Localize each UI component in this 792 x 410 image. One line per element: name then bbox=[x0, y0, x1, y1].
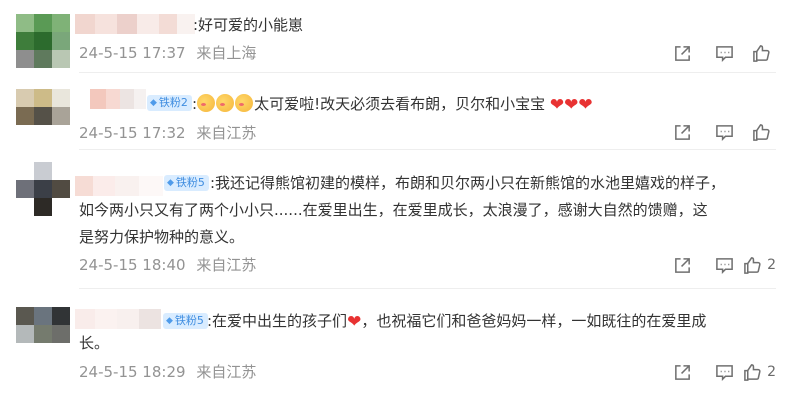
blush-emoji bbox=[197, 94, 216, 112]
share-button[interactable] bbox=[650, 120, 692, 144]
badge-label: 铁粉5 bbox=[175, 176, 205, 189]
comment-icon bbox=[716, 124, 733, 141]
badge-label: 铁粉5 bbox=[174, 314, 204, 327]
reply-button[interactable] bbox=[692, 41, 734, 65]
like-button[interactable]: 2 bbox=[734, 360, 776, 384]
share-icon bbox=[675, 257, 690, 273]
comment-icon bbox=[716, 257, 733, 274]
text-part: :在爱中出生的孩子们 bbox=[207, 312, 348, 330]
share-icon bbox=[675, 124, 690, 140]
like-icon bbox=[744, 363, 761, 381]
share-button[interactable] bbox=[650, 253, 692, 277]
heart-emoji: ❤ bbox=[549, 95, 565, 115]
comment-item: ◆ 铁粉5 :我还记得熊馆初建的模样，布朗和贝尔两小只在新熊馆的水池里嬉戏的样子… bbox=[0, 150, 792, 289]
like-button[interactable] bbox=[734, 41, 776, 65]
blush-emoji bbox=[235, 94, 254, 112]
like-count: 2 bbox=[767, 257, 776, 273]
comment-meta: 24-5-15 18:29 来自江苏 bbox=[79, 361, 256, 382]
heart-emoji: ❤ bbox=[564, 95, 579, 115]
comment-location: 来自江苏 bbox=[196, 124, 257, 142]
comment-location: 来自江苏 bbox=[196, 363, 257, 381]
comment-text-line: 如今两小只又有了两个小小只......在爱里出生，在爱里成长，太浪漫了，感谢大自… bbox=[79, 201, 708, 219]
username-blurred[interactable] bbox=[75, 309, 161, 329]
text-part: ，也祝福它们和爸爸妈妈一样，一如既往的在爱里成 bbox=[361, 312, 707, 330]
diamond-icon: ◆ bbox=[150, 98, 157, 108]
like-button[interactable]: 2 bbox=[734, 253, 776, 277]
comment-date: 24-5-15 18:40 bbox=[79, 256, 186, 274]
share-icon bbox=[675, 364, 690, 380]
comment-text: :好可爱的小能崽 bbox=[193, 16, 304, 34]
comment-actions bbox=[650, 41, 776, 65]
reply-button[interactable] bbox=[692, 360, 734, 384]
comment-actions bbox=[650, 120, 776, 144]
comment-date: 24-5-15 18:29 bbox=[79, 363, 186, 381]
diamond-icon: ◆ bbox=[166, 316, 173, 326]
blush-emoji bbox=[216, 94, 235, 112]
badge-label: 铁粉2 bbox=[158, 96, 188, 109]
comment-icon bbox=[716, 364, 733, 381]
comment-item: :好可爱的小能崽 24-5-15 17:37 来自上海 bbox=[0, 0, 792, 80]
comment-item: ◆ 铁粉2 : 太可爱啦!改天必须去看布朗，贝尔和小宝宝 ❤❤❤ 24-5-15 … bbox=[0, 80, 792, 150]
like-button[interactable] bbox=[734, 120, 776, 144]
avatar[interactable] bbox=[16, 14, 70, 68]
share-button[interactable] bbox=[650, 360, 692, 384]
fan-badge[interactable]: ◆ 铁粉2 bbox=[147, 95, 192, 111]
username-blurred[interactable] bbox=[75, 176, 163, 196]
heart-emoji: ❤ bbox=[347, 312, 362, 332]
comment-text-line: 是努力保护物种的意义。 bbox=[79, 228, 245, 246]
comment-actions: 2 bbox=[650, 360, 776, 384]
comment-text: : 太可爱啦!改天必须去看布朗，贝尔和小宝宝 ❤❤❤ bbox=[192, 93, 593, 115]
comment-location: 来自江苏 bbox=[196, 256, 257, 274]
share-icon bbox=[675, 45, 690, 61]
text-main: 太可爱啦!改天必须去看布朗，贝尔和小宝宝 bbox=[254, 95, 546, 113]
like-icon bbox=[753, 123, 770, 141]
comment-text-line: 长。 bbox=[79, 334, 110, 352]
comment-location: 来自上海 bbox=[196, 44, 257, 62]
username-blurred[interactable] bbox=[75, 14, 195, 34]
comment-date: 24-5-15 17:32 bbox=[79, 124, 186, 142]
reply-button[interactable] bbox=[692, 120, 734, 144]
comment-item: ◆ 铁粉5 :在爱中出生的孩子们❤，也祝福它们和爸爸妈妈一样，一如既往的在爱里成… bbox=[0, 289, 792, 410]
fan-badge[interactable]: ◆ 铁粉5 bbox=[164, 175, 209, 191]
like-icon bbox=[753, 44, 770, 62]
avatar[interactable] bbox=[16, 89, 70, 143]
comment-text-line: :在爱中出生的孩子们❤，也祝福它们和爸爸妈妈一样，一如既往的在爱里成 bbox=[207, 310, 706, 332]
avatar[interactable] bbox=[16, 162, 70, 216]
divider bbox=[79, 72, 776, 73]
like-icon bbox=[744, 256, 761, 274]
comment-date: 24-5-15 17:37 bbox=[79, 44, 186, 62]
comment-text-line: :我还记得熊馆初建的模样，布朗和贝尔两小只在新熊馆的水池里嬉戏的样子， bbox=[210, 174, 726, 192]
username-blurred[interactable] bbox=[90, 89, 146, 109]
diamond-icon: ◆ bbox=[167, 178, 174, 188]
share-button[interactable] bbox=[650, 41, 692, 65]
comment-actions: 2 bbox=[650, 253, 776, 277]
avatar[interactable] bbox=[16, 307, 70, 361]
comment-meta: 24-5-15 18:40 来自江苏 bbox=[79, 254, 256, 275]
reply-button[interactable] bbox=[692, 253, 734, 277]
comment-icon bbox=[716, 45, 733, 62]
fan-badge[interactable]: ◆ 铁粉5 bbox=[163, 313, 208, 329]
comment-meta: 24-5-15 17:32 来自江苏 bbox=[79, 122, 256, 143]
comment-meta: 24-5-15 17:37 来自上海 bbox=[79, 42, 256, 63]
heart-emoji: ❤ bbox=[578, 95, 593, 115]
like-count: 2 bbox=[767, 364, 776, 380]
